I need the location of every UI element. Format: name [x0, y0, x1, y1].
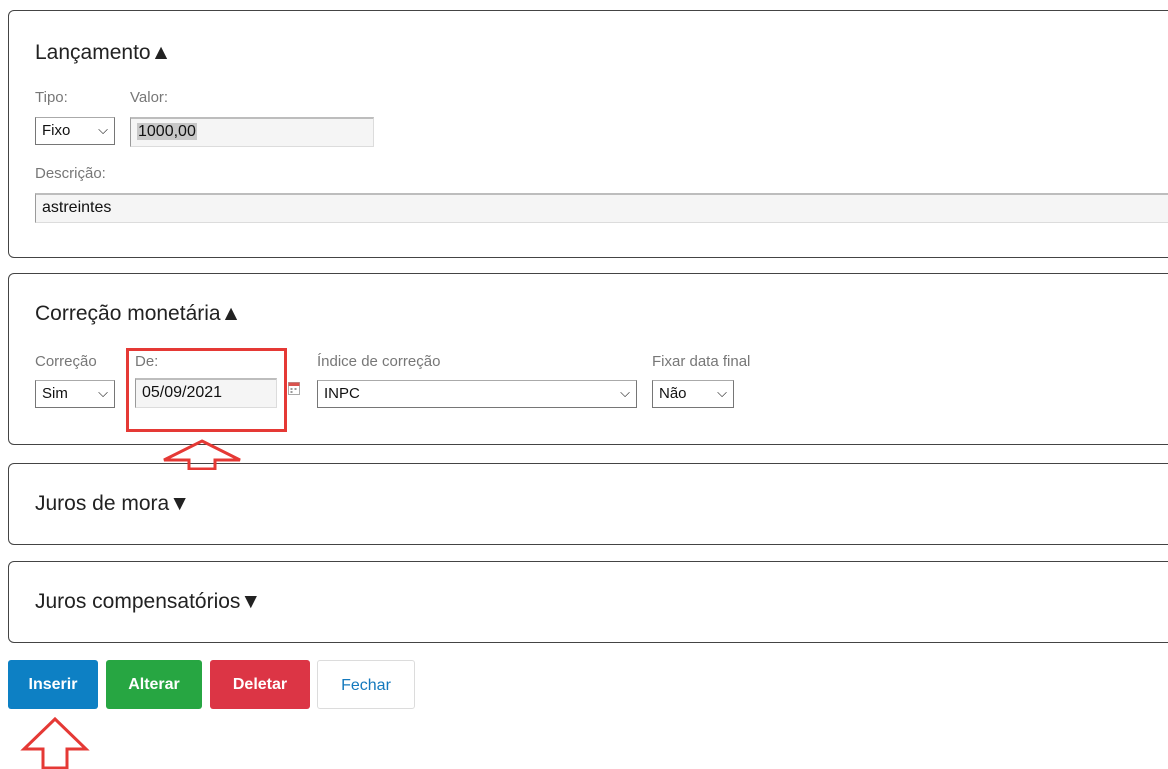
- alterar-button[interactable]: Alterar: [106, 660, 202, 709]
- calendar-icon[interactable]: [288, 381, 300, 395]
- descricao-input-value: astreintes: [42, 199, 112, 216]
- valor-input-value: 1000,00: [137, 123, 197, 140]
- up-arrow-annotation-icon: [163, 439, 241, 470]
- lancamento-panel: Lançamento▲ Tipo: Valor: Fixo ⌵ 1000,00 …: [8, 10, 1168, 258]
- descricao-label: Descrição:: [35, 165, 106, 182]
- date-highlight-box: [126, 348, 287, 432]
- valor-input[interactable]: 1000,00: [130, 117, 374, 147]
- fechar-button[interactable]: Fechar: [317, 660, 415, 709]
- fixar-select-value: Não: [659, 385, 687, 402]
- juros-mora-toggle[interactable]: Juros de mora▼: [35, 492, 190, 516]
- chevron-down-icon: ⌵: [98, 122, 108, 137]
- tipo-select[interactable]: Fixo ⌵: [35, 117, 115, 145]
- chevron-down-icon: ⌵: [98, 385, 108, 400]
- correcao-toggle[interactable]: Correção monetária▲: [35, 302, 241, 326]
- inserir-button[interactable]: Inserir: [8, 660, 98, 709]
- juros-compensatorios-toggle[interactable]: Juros compensatórios▼: [35, 590, 261, 614]
- correcao-select-value: Sim: [42, 385, 68, 402]
- lancamento-toggle[interactable]: Lançamento▲: [35, 41, 171, 65]
- descricao-input[interactable]: astreintes: [35, 193, 1168, 223]
- fixar-select[interactable]: Não ⌵: [652, 380, 734, 408]
- chevron-down-icon: ⌵: [717, 385, 727, 400]
- correcao-select[interactable]: Sim ⌵: [35, 380, 115, 408]
- up-arrow-annotation-icon: [20, 716, 90, 769]
- juros-compensatorios-panel: Juros compensatórios▼: [8, 561, 1168, 643]
- tipo-label: Tipo:: [35, 89, 68, 106]
- correcao-label: Correção: [35, 353, 97, 370]
- valor-label: Valor:: [130, 89, 169, 106]
- chevron-down-icon: ⌵: [620, 385, 630, 400]
- juros-mora-panel: Juros de mora▼: [8, 463, 1168, 545]
- indice-label: Índice de correção: [317, 353, 441, 370]
- deletar-button[interactable]: Deletar: [210, 660, 310, 709]
- fixar-label: Fixar data final: [652, 353, 751, 370]
- tipo-select-value: Fixo: [42, 122, 71, 139]
- indice-select-value: INPC: [324, 385, 360, 402]
- indice-select[interactable]: INPC ⌵: [317, 380, 637, 408]
